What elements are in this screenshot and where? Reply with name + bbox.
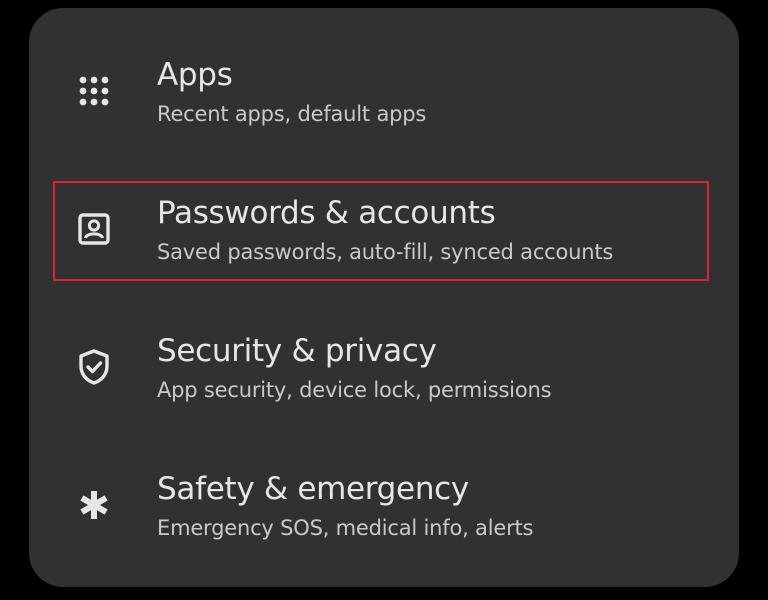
settings-item-subtitle: Saved passwords, auto-fill, synced accou… <box>157 240 614 264</box>
settings-item-subtitle: Emergency SOS, medical info, alerts <box>157 516 534 540</box>
settings-item-title: Apps <box>157 57 233 93</box>
settings-item-title: Safety & emergency <box>157 471 469 507</box>
settings-item-apps[interactable]: Apps Recent apps, default apps <box>29 44 739 154</box>
settings-card: Apps Recent apps, default apps Passwords… <box>29 8 739 587</box>
account-box-icon <box>73 208 115 250</box>
shield-check-icon <box>73 346 115 388</box>
settings-item-subtitle: Recent apps, default apps <box>157 102 427 126</box>
settings-item-subtitle: App security, device lock, permissions <box>157 378 552 402</box>
settings-item-title: Security & privacy <box>157 333 437 369</box>
settings-item-passwords-accounts[interactable]: Passwords & accounts Saved passwords, au… <box>29 182 739 292</box>
settings-item-security-privacy[interactable]: Security & privacy App security, device … <box>29 320 739 430</box>
settings-item-title: Passwords & accounts <box>157 195 496 231</box>
apps-grid-icon <box>73 70 115 112</box>
settings-item-safety-emergency[interactable]: Safety & emergency Emergency SOS, medica… <box>29 458 739 568</box>
asterisk-icon <box>73 484 115 526</box>
